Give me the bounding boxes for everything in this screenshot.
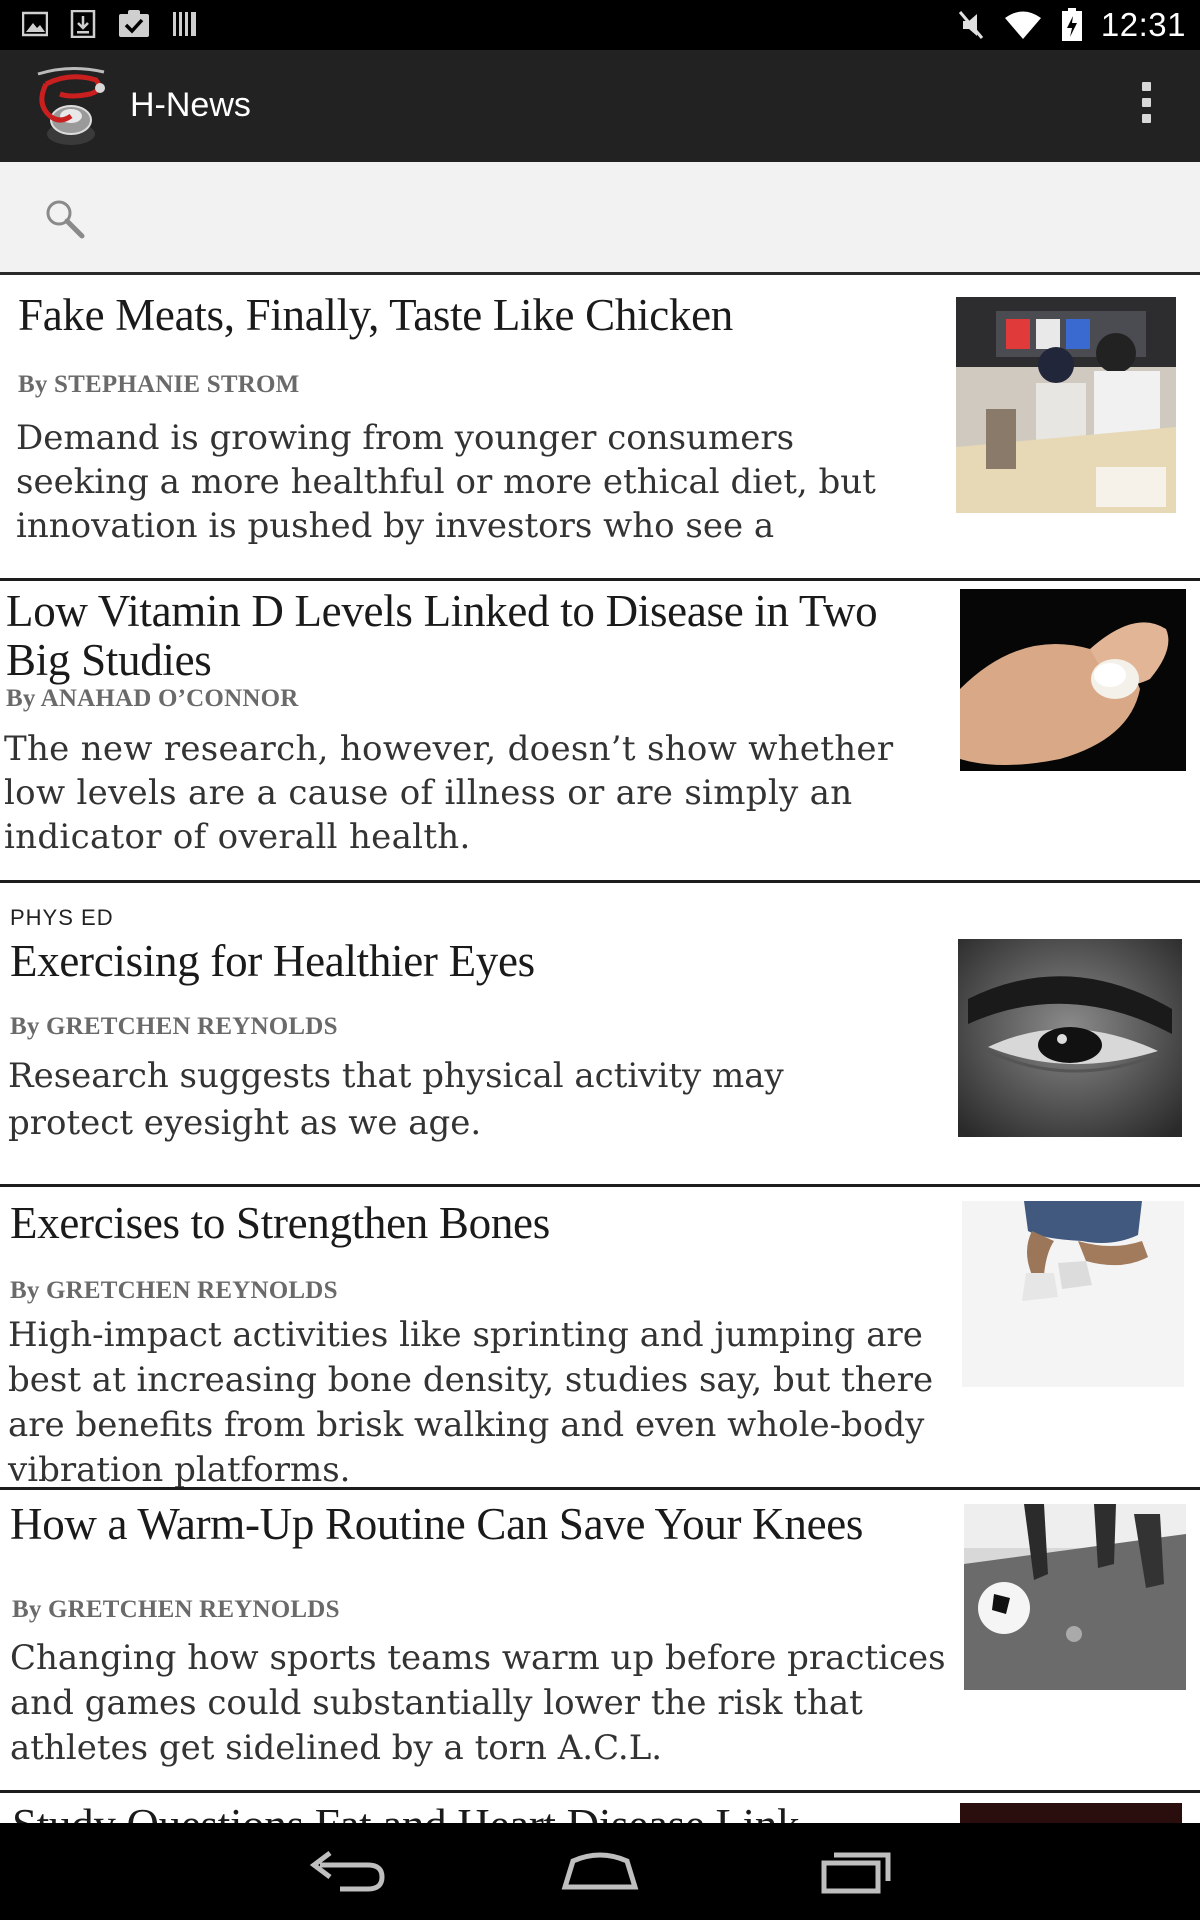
article-title: Exercising for Healthier Eyes [10, 936, 535, 986]
article-summary: Research suggests that physical activity… [8, 1056, 784, 1143]
article-summary: Changing how sports teams warm up before… [10, 1638, 946, 1768]
article-byline: By STEPHANIE STROM [18, 371, 300, 398]
article-byline: By GRETCHEN REYNOLDS [10, 1277, 338, 1304]
search-input[interactable] [110, 186, 1154, 248]
article-thumbnail [964, 1504, 1186, 1690]
article-thumbnail [960, 589, 1186, 771]
article-item[interactable]: Fake Meats, Finally, Taste Like Chicken … [0, 275, 1200, 581]
article-byline: By ANAHAD O’CONNOR [6, 685, 299, 712]
article-item[interactable]: How a Warm-Up Routine Can Save Your Knee… [0, 1490, 1200, 1793]
article-title: Fake Meats, Finally, Taste Like Chicken [18, 290, 734, 340]
home-icon[interactable] [545, 1841, 655, 1901]
article-thumbnail [956, 297, 1176, 513]
system-status: 12:31 [957, 4, 1186, 46]
app-title: H-News [130, 86, 251, 124]
navigation-bar [0, 1823, 1200, 1920]
search-icon[interactable] [44, 198, 86, 240]
image-notification-icon [22, 11, 48, 37]
search-bar [0, 162, 1200, 275]
wifi-icon [1004, 11, 1041, 39]
article-list: Fake Meats, Finally, Taste Like Chicken … [0, 275, 1200, 1823]
article-item[interactable]: Study Questions Fat and Heart Disease Li… [0, 1793, 1200, 1823]
article-byline: By GRETCHEN REYNOLDS [10, 1013, 338, 1040]
article-title: Exercises to Strengthen Bones [10, 1198, 550, 1248]
clipboard-check-icon [119, 10, 149, 37]
article-summary: Demand is growing from younger consumers… [16, 418, 876, 546]
article-item[interactable]: Exercises to Strengthen Bones By GRETCHE… [0, 1187, 1200, 1490]
notification-icons [22, 10, 198, 38]
status-bar: 12:31 [0, 0, 1200, 50]
article-byline: By GRETCHEN REYNOLDS [12, 1596, 340, 1623]
article-thumbnail [958, 939, 1182, 1137]
barcode-icon [173, 12, 196, 36]
recent-apps-icon[interactable] [800, 1841, 910, 1901]
article-item[interactable]: Low Vitamin D Levels Linked to Disease i… [0, 581, 1200, 883]
app-bar: H-News [0, 50, 1200, 162]
article-kicker: PHYS ED [10, 905, 114, 930]
mute-icon [958, 11, 984, 39]
clock: 12:31 [1100, 6, 1186, 43]
article-thumbnail [960, 1803, 1182, 1823]
stethoscope-logo-icon[interactable] [30, 64, 112, 148]
article-item[interactable]: PHYS ED Exercising for Healthier Eyes By… [0, 883, 1200, 1187]
back-icon[interactable] [290, 1841, 400, 1901]
article-summary: The new research, however, doesn’t show … [4, 729, 894, 857]
article-summary: High-impact activities like sprinting an… [8, 1315, 934, 1490]
battery-icon [1061, 8, 1082, 41]
article-title: Study Questions Fat and Heart Disease Li… [12, 1801, 932, 1824]
article-title: Low Vitamin D Levels Linked to Disease i… [6, 586, 878, 685]
overflow-menu-icon[interactable] [1136, 82, 1156, 130]
download-notification-icon [70, 10, 96, 38]
article-thumbnail [962, 1201, 1184, 1387]
article-title: How a Warm-Up Routine Can Save Your Knee… [10, 1499, 864, 1549]
